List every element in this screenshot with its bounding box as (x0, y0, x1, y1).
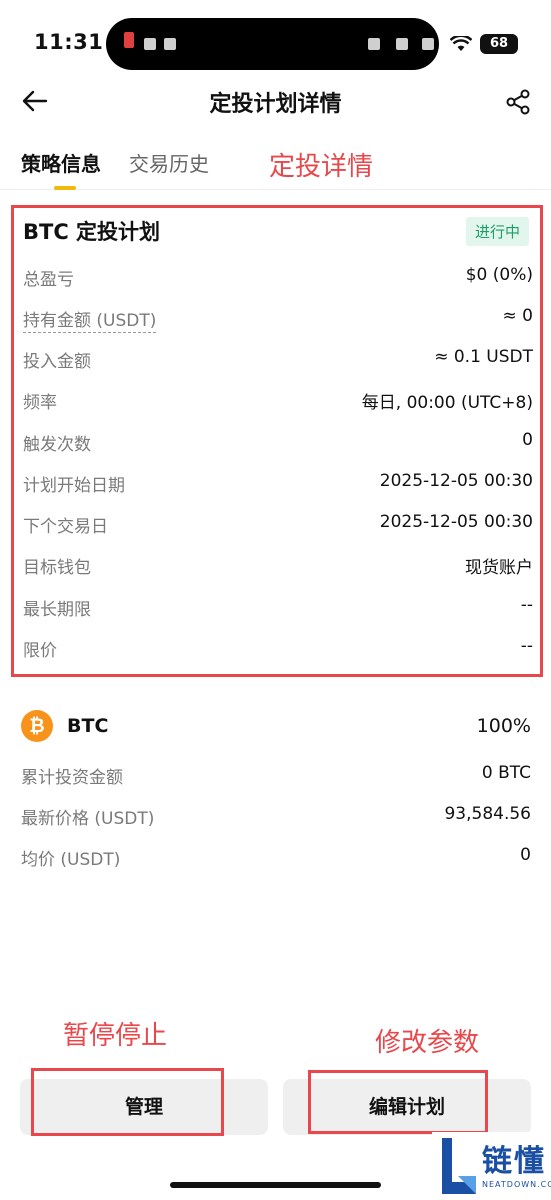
row-value: ≈ 0.1 USDT (434, 347, 533, 367)
row-value: 2025-12-05 00:30 (379, 471, 533, 491)
asset-header: ₿ BTC 100% (21, 710, 531, 744)
detail-row-holding-amount: 持有金额 (USDT) ≈ 0 (23, 304, 533, 333)
btc-icon: ₿ (21, 710, 53, 742)
nav-bar: 定投计划详情 (0, 80, 551, 124)
home-indicator (170, 1182, 381, 1188)
watermark-logo: 链懂 NEATDOWN.COM (432, 1132, 551, 1200)
tab-trade-history[interactable]: 交易历史 (129, 148, 209, 177)
notification-icon (124, 32, 134, 48)
status-time: 11:31 (34, 30, 104, 54)
row-label: 最新价格 (USDT) (21, 809, 155, 829)
row-value: 0 BTC (481, 763, 531, 783)
tab-strategy-info[interactable]: 策略信息 (21, 148, 101, 177)
row-label: 累计投资金额 (21, 768, 123, 788)
detail-row-invest-amount: 投入金额 ≈ 0.1 USDT (23, 345, 533, 373)
row-value: ≈ 0 (502, 306, 533, 326)
annotation-detail: 定投详情 (269, 152, 374, 182)
row-value: 0 (522, 430, 533, 450)
blur-block (368, 38, 380, 50)
blur-block (396, 38, 408, 50)
status-badge: 进行中 (465, 217, 529, 246)
row-value: 0 (520, 845, 531, 865)
row-value: 每日, 00:00 (UTC+8) (361, 393, 533, 413)
row-label: 触发次数 (23, 435, 91, 455)
row-value: -- (520, 636, 533, 656)
watermark-subtext: NEATDOWN.COM (482, 1180, 551, 1189)
row-value: $0 (0%) (465, 265, 533, 285)
asset-row-latest-price: 最新价格 (USDT) 93,584.56 (21, 802, 531, 830)
row-value: 现货账户 (465, 558, 533, 578)
row-label: 总盈亏 (23, 270, 74, 290)
asset-name: BTC (67, 715, 109, 737)
row-label: 频率 (23, 393, 57, 413)
detail-row-max-duration: 最长期限 -- (23, 593, 533, 621)
detail-row-next-trade-date: 下个交易日 2025-12-05 00:30 (23, 510, 533, 538)
annotation-box-edit (308, 1070, 488, 1134)
annotation-box-manage (31, 1068, 224, 1136)
plan-details-card: BTC 定投计划 进行中 总盈亏 $0 (0%) 持有金额 (USDT) ≈ 0… (11, 205, 543, 677)
dynamic-island (106, 18, 439, 70)
detail-row-frequency: 频率 每日, 00:00 (UTC+8) (23, 386, 533, 414)
row-label: 均价 (USDT) (21, 850, 121, 870)
page-title: 定投计划详情 (209, 92, 342, 117)
blur-block (422, 38, 434, 50)
row-value: -- (520, 595, 533, 615)
watermark-text: 链懂 (482, 1144, 546, 1179)
annotation-edit: 修改参数 (375, 1028, 480, 1058)
row-value: 93,584.56 (444, 804, 531, 824)
asset-percent: 100% (476, 715, 531, 737)
watermark-l-icon (442, 1138, 476, 1194)
row-label: 投入金额 (23, 352, 91, 372)
detail-row-limit-price: 限价 -- (23, 634, 533, 662)
active-tab-indicator (54, 186, 76, 190)
row-label-tooltip[interactable]: 持有金额 (USDT) (23, 306, 157, 333)
share-icon[interactable] (504, 88, 532, 116)
row-label: 目标钱包 (23, 558, 91, 578)
blur-block (144, 38, 156, 50)
plan-title: BTC 定投计划 (23, 220, 161, 244)
row-label: 最长期限 (23, 600, 91, 620)
asset-row-average-price: 均价 (USDT) 0 (21, 843, 531, 871)
battery-indicator: 68 (480, 34, 518, 54)
status-bar: 11:31 68 (0, 0, 551, 80)
detail-row-trigger-count: 触发次数 0 (23, 428, 533, 456)
row-label: 限价 (23, 641, 57, 661)
row-label: 计划开始日期 (23, 476, 125, 496)
annotation-pause: 暂停停止 (63, 1021, 168, 1051)
detail-row-start-date: 计划开始日期 2025-12-05 00:30 (23, 469, 533, 497)
row-value: 2025-12-05 00:30 (379, 512, 533, 532)
detail-row-target-wallet: 目标钱包 现货账户 (23, 551, 533, 579)
wifi-icon (450, 36, 472, 51)
asset-row-cumulative-invest: 累计投资金额 0 BTC (21, 761, 531, 789)
row-label: 下个交易日 (23, 517, 108, 537)
detail-row-total-pnl: 总盈亏 $0 (0%) (23, 263, 533, 291)
blur-block (164, 38, 176, 50)
